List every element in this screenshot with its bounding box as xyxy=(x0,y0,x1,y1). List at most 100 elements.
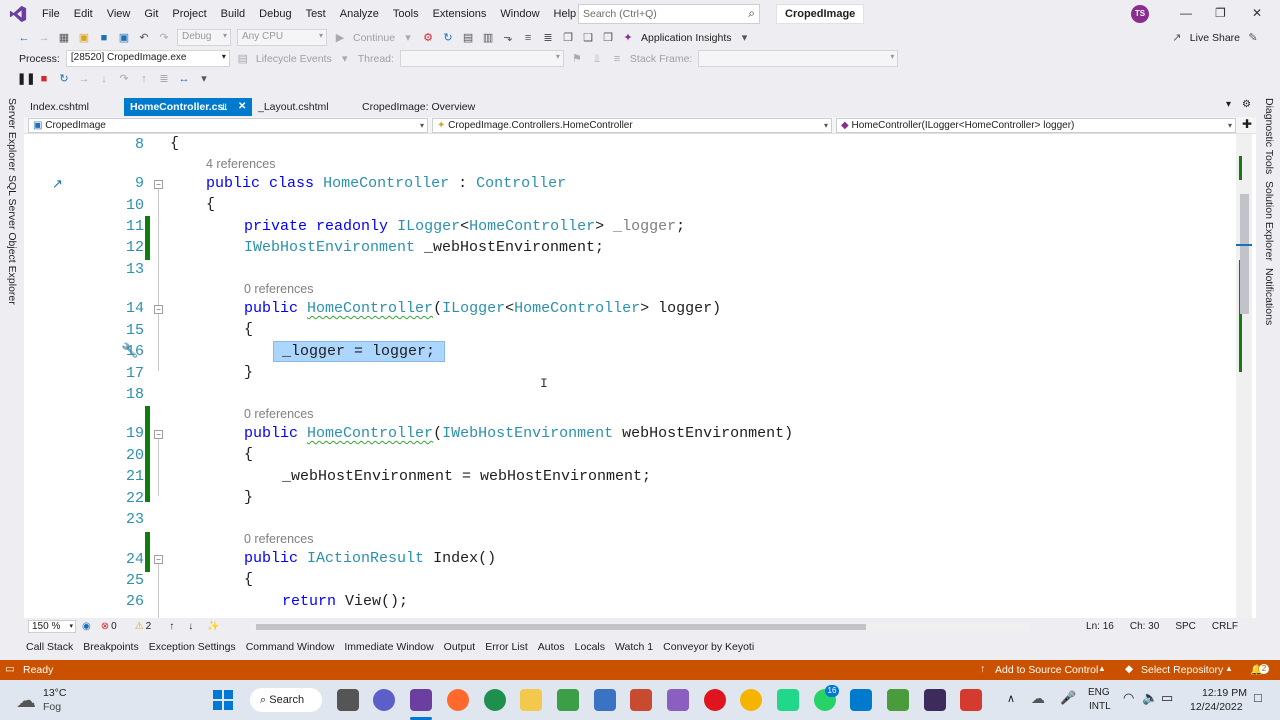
tab-error-list[interactable]: Error List xyxy=(480,641,533,653)
app-insights-icon[interactable]: ✦ xyxy=(621,31,635,45)
continue-icon[interactable]: ▶ xyxy=(333,31,347,45)
calculator-icon[interactable] xyxy=(594,689,616,711)
settings-gear-icon[interactable]: ⚙ xyxy=(1242,99,1251,110)
restart-icon[interactable]: ↻ xyxy=(57,72,71,86)
volume-icon[interactable]: 🔈 xyxy=(1142,690,1158,706)
next-issue-icon[interactable]: ↓ xyxy=(188,621,193,632)
menu-view[interactable]: View xyxy=(100,0,138,28)
menu-window[interactable]: Window xyxy=(493,0,546,28)
diagnostic-tools-tab[interactable]: Diagnostic Tools xyxy=(1263,98,1275,174)
keyboard-layout[interactable]: INTL xyxy=(1089,701,1111,712)
sql-explorer-tab[interactable]: SQL Server Object Explorer xyxy=(6,175,18,305)
tab-autos[interactable]: Autos xyxy=(533,641,570,653)
previous-issue-icon[interactable]: ↑ xyxy=(169,621,174,632)
back-icon[interactable]: ← xyxy=(17,31,31,45)
collapse-icon[interactable]: − xyxy=(154,305,163,314)
save-icon[interactable]: ■ xyxy=(97,31,111,45)
tab-command-window[interactable]: Command Window xyxy=(241,641,340,653)
tab-exception-settings[interactable]: Exception Settings xyxy=(144,641,241,653)
bookmark-icon[interactable]: ❐ xyxy=(561,31,575,45)
chevron-up-icon[interactable]: ∧ xyxy=(1007,692,1015,705)
split-add-icon[interactable]: ✚ xyxy=(1242,117,1252,131)
hex-display-icon[interactable]: ≣ xyxy=(157,72,171,86)
tab-layout-cshtml[interactable]: _Layout.cshtml xyxy=(252,98,356,116)
edge-icon[interactable] xyxy=(484,689,506,711)
scrollbar-thumb[interactable] xyxy=(255,623,866,630)
save-all-icon[interactable]: ▣ xyxy=(117,31,131,45)
code-editor[interactable]: − − − − ↗ 🔧 8 9 10 11 12 13 14 15 16 17 … xyxy=(24,134,1256,618)
notepad-plus-icon[interactable] xyxy=(557,689,579,711)
photos-icon[interactable] xyxy=(887,689,909,711)
microphone-icon[interactable]: 🎤 xyxy=(1060,690,1076,706)
tab-immediate-window[interactable]: Immediate Window xyxy=(339,641,438,653)
stop-icon[interactable]: ■ xyxy=(37,72,51,86)
solution-name[interactable]: CropedImage xyxy=(776,4,865,24)
open-folder-icon[interactable]: ▣ xyxy=(77,31,91,45)
avatar[interactable]: TS xyxy=(1131,5,1149,23)
forward-icon[interactable]: → xyxy=(37,31,51,45)
tab-output[interactable]: Output xyxy=(439,641,481,653)
select-repository-button[interactable]: Select Repository xyxy=(1141,664,1223,676)
horizontal-scrollbar[interactable] xyxy=(249,622,1030,631)
thread-select[interactable]: ▾ xyxy=(399,50,564,67)
menu-file[interactable]: File xyxy=(35,0,67,28)
tab-breakpoints[interactable]: Breakpoints xyxy=(78,641,143,653)
health-indicator-icon[interactable]: ◉ xyxy=(82,621,91,632)
platform-select[interactable]: Any CPU ▾ xyxy=(237,29,327,46)
tab-locals[interactable]: Locals xyxy=(570,641,610,653)
layout-icon[interactable]: ▥ xyxy=(481,31,495,45)
warning-icon[interactable]: ⚠ xyxy=(135,621,144,632)
chrome-icon[interactable] xyxy=(740,689,762,711)
continue-button[interactable]: Continue xyxy=(353,32,395,44)
performance-icon[interactable]: ↔ xyxy=(177,72,191,86)
new-project-icon[interactable]: ▦ xyxy=(57,31,71,45)
app-insights-button[interactable]: Application Insights xyxy=(641,32,731,44)
filter-icon[interactable]: ⫫ xyxy=(590,52,604,66)
vertical-scrollbar[interactable] xyxy=(1236,134,1252,618)
lifecycle-events-button[interactable]: Lifecycle Events xyxy=(256,53,332,65)
pin-icon[interactable]: ⫫ xyxy=(222,98,227,116)
menu-git[interactable]: Git xyxy=(137,0,165,28)
bookmark-next-icon[interactable]: ❒ xyxy=(601,31,615,45)
opera-icon[interactable] xyxy=(704,689,726,711)
column-indicator[interactable]: Ch: 30 xyxy=(1130,621,1159,632)
add-to-source-control-button[interactable]: Add to Source Control xyxy=(995,664,1098,676)
member-select[interactable]: ◆ HomeController(ILogger<HomeController>… xyxy=(836,118,1236,133)
comment-icon[interactable]: ≣ xyxy=(541,31,555,45)
configuration-select[interactable]: Debug ▾ xyxy=(177,29,231,46)
stack-frame-select[interactable]: ▾ xyxy=(698,50,899,67)
tab-call-stack[interactable]: Call Stack xyxy=(21,641,78,653)
tab-list-icon[interactable]: ▾ xyxy=(1226,99,1231,110)
menu-test[interactable]: Test xyxy=(299,0,333,28)
visual-studio-taskbar-icon[interactable] xyxy=(410,689,432,711)
zoom-select[interactable]: 150 % ▾ xyxy=(28,620,76,633)
undo-icon[interactable]: ↶ xyxy=(137,31,151,45)
tab-conveyor[interactable]: Conveyor by Keyoti xyxy=(658,641,759,653)
menu-project[interactable]: Project xyxy=(165,0,213,28)
step-icon[interactable]: ⬎ xyxy=(501,31,515,45)
windows-start-icon[interactable] xyxy=(212,689,234,711)
battery-icon[interactable]: ▭ xyxy=(1161,690,1173,706)
codelens-references[interactable]: 0 references xyxy=(244,532,313,546)
server-explorer-tab[interactable]: Server Explorer xyxy=(6,98,18,171)
error-icon[interactable]: ⊗ xyxy=(101,621,109,632)
menu-analyze[interactable]: Analyze xyxy=(333,0,386,28)
step-into-icon[interactable]: ↓ xyxy=(97,72,111,86)
wifi-icon[interactable]: ◠ xyxy=(1123,690,1134,706)
solution-explorer-tab[interactable]: Solution Explorer xyxy=(1263,181,1275,261)
minimize-icon[interactable]: — xyxy=(1180,6,1192,20)
tab-index-cshtml[interactable]: Index.cshtml xyxy=(24,98,122,116)
tab-overview[interactable]: CropedImage: Overview xyxy=(356,98,506,116)
notifications-tab[interactable]: Notifications xyxy=(1263,268,1275,325)
whitespace-indicator[interactable]: SPC xyxy=(1175,621,1196,632)
menu-build[interactable]: Build xyxy=(214,0,252,28)
clock-time[interactable]: 12:19 PM xyxy=(1202,687,1247,699)
scrollbar-thumb[interactable] xyxy=(1240,194,1249,314)
clock-date[interactable]: 12/24/2022 xyxy=(1190,701,1243,713)
search-input[interactable]: Search (Ctrl+Q) ⌕ xyxy=(578,4,760,24)
close-tab-icon[interactable]: ✕ xyxy=(238,98,246,116)
browser-link-icon[interactable]: ▤ xyxy=(461,31,475,45)
close-icon[interactable]: ✕ xyxy=(1252,6,1262,20)
redo-icon[interactable]: ↷ xyxy=(157,31,171,45)
bookmark-prev-icon[interactable]: ❑ xyxy=(581,31,595,45)
